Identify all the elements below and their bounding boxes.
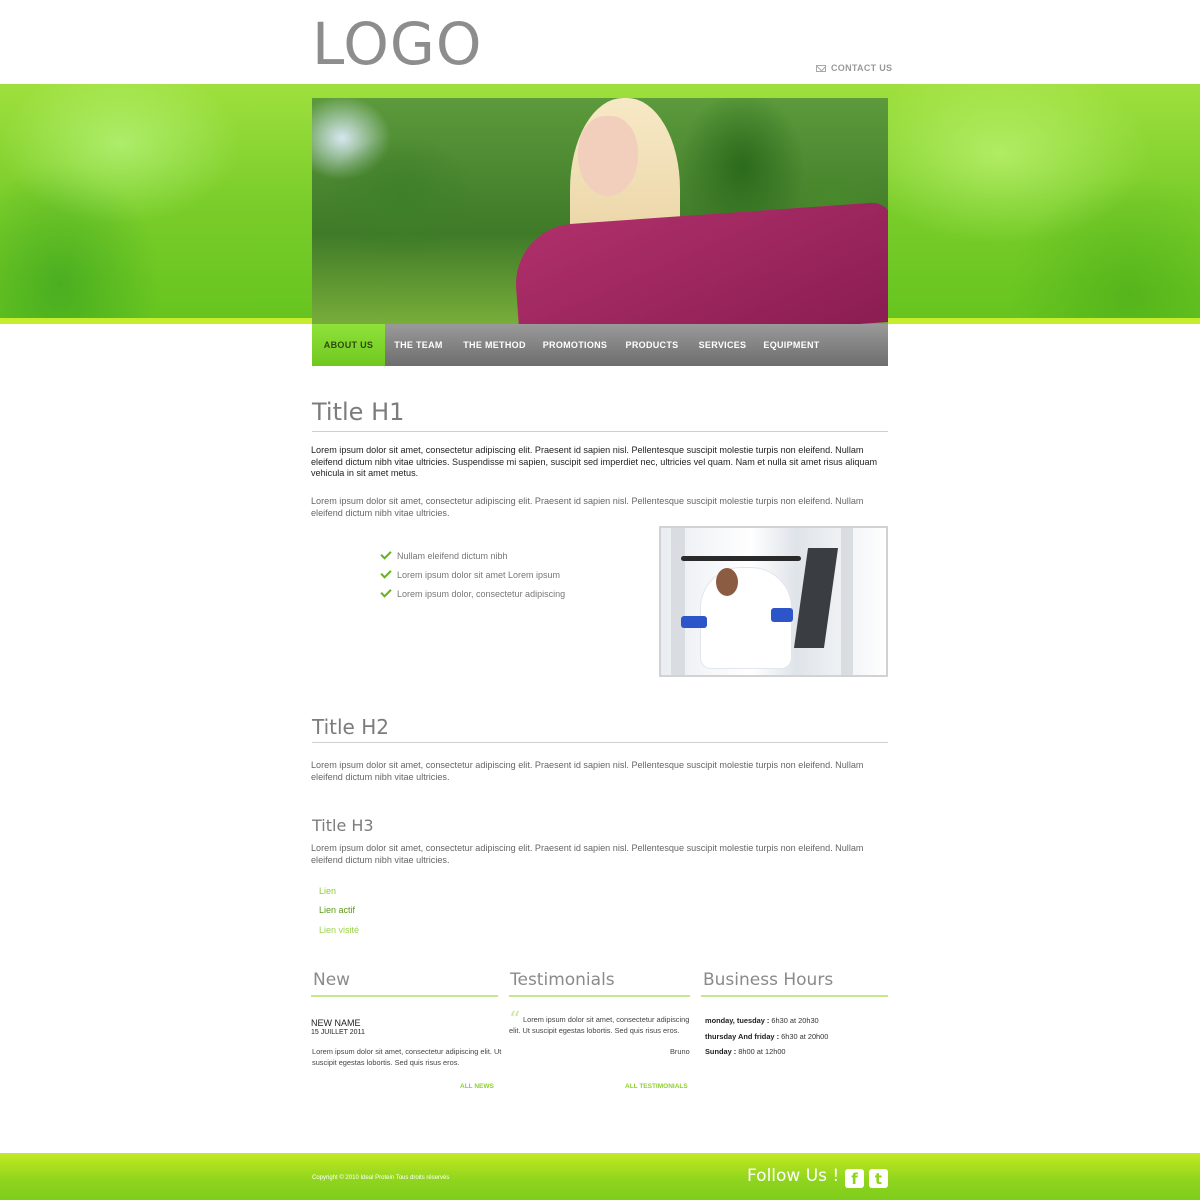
checklist-item: Nullam eleifend dictum nibh bbox=[380, 546, 565, 565]
nav-item-about-us[interactable]: ABOUT US bbox=[312, 324, 385, 366]
twitter-icon[interactable]: t bbox=[869, 1169, 888, 1188]
secondary-paragraph: Lorem ipsum dolor sit amet, consectetur … bbox=[311, 496, 864, 518]
sample-link-active[interactable]: Lien actif bbox=[319, 905, 355, 915]
checkmark-icon bbox=[380, 567, 392, 579]
hours-row: monday, tuesday : 6h30 at 20h30 bbox=[705, 1016, 819, 1025]
news-item-text: Lorem ipsum dolor sit amet, consectetur … bbox=[312, 1047, 502, 1067]
hero-image bbox=[312, 98, 888, 324]
news-item-name: NEW NAME bbox=[311, 1018, 361, 1028]
hours-row: thursday And friday : 6h30 at 20h00 bbox=[705, 1032, 828, 1041]
checkmark-icon bbox=[380, 548, 392, 560]
footer-bar bbox=[0, 1153, 1200, 1200]
hours-row-time: 6h30 at 20h00 bbox=[779, 1032, 829, 1041]
news-item-date: 15 JUILLET 2011 bbox=[311, 1029, 365, 1036]
testimonials-column-divider bbox=[509, 995, 690, 997]
news-column-title: New bbox=[313, 970, 351, 990]
all-testimonials-link[interactable]: ALL TESTIMONIALS bbox=[625, 1083, 688, 1090]
nav-item-promotions[interactable]: PROMOTIONS bbox=[537, 324, 613, 366]
hours-column-divider bbox=[701, 995, 888, 997]
hours-row: Sunday : 8h00 at 12h00 bbox=[705, 1047, 786, 1056]
section-title-h2: Title H2 bbox=[312, 715, 389, 739]
news-column-divider bbox=[311, 995, 498, 997]
checklist: Nullam eleifend dictum nibh Lorem ipsum … bbox=[380, 546, 566, 603]
checklist-item: Lorem ipsum dolor, consectetur adipiscin… bbox=[380, 584, 566, 603]
testimonial-author: Bruno bbox=[670, 1047, 690, 1056]
hours-row-time: 6h30 at 20h30 bbox=[769, 1016, 819, 1025]
section-title-h3: Title H3 bbox=[312, 816, 374, 835]
checklist-item-text: Lorem ipsum dolor sit amet Lorem ipsum bbox=[397, 569, 561, 580]
h1-divider bbox=[312, 431, 888, 432]
gym-man-head bbox=[716, 568, 738, 596]
hours-row-days: monday, tuesday : bbox=[705, 1016, 770, 1025]
nav-item-the-team[interactable]: THE TEAM bbox=[385, 324, 452, 366]
nav-item-services[interactable]: SERVICES bbox=[691, 324, 754, 366]
gym-machine-pad bbox=[681, 616, 707, 628]
sample-link-visited[interactable]: Lien visité bbox=[319, 925, 359, 935]
checkmark-icon bbox=[380, 586, 392, 598]
contact-us-link[interactable]: CONTACT US bbox=[816, 63, 892, 73]
hours-column-title: Business Hours bbox=[703, 970, 834, 990]
gym-photo bbox=[659, 526, 888, 677]
checklist-item-text: Lorem ipsum dolor, consectetur adipiscin… bbox=[397, 588, 566, 599]
page-title-h1: Title H1 bbox=[312, 398, 405, 426]
follow-us-label: Follow Us ! bbox=[747, 1166, 840, 1186]
gym-machine-post bbox=[671, 528, 685, 675]
checklist-item: Lorem ipsum dolor sit amet Lorem ipsum bbox=[380, 565, 565, 584]
hours-row-time: 8h00 at 12h00 bbox=[736, 1047, 786, 1056]
main-navigation: ABOUT US THE TEAM THE METHOD PROMOTIONS … bbox=[312, 324, 888, 366]
testimonials-column-title: Testimonials bbox=[510, 970, 615, 990]
contact-us-label: CONTACT US bbox=[831, 63, 893, 73]
sample-link[interactable]: Lien bbox=[319, 886, 336, 896]
hours-row-days: Sunday : bbox=[705, 1047, 737, 1056]
hero-woman-shirt bbox=[512, 201, 888, 324]
h2-paragraph: Lorem ipsum dolor sit amet, consectetur … bbox=[311, 760, 864, 782]
h2-divider bbox=[312, 742, 888, 743]
hero-woman-face bbox=[578, 116, 638, 196]
intro-paragraph: Lorem ipsum dolor sit amet, consectetur … bbox=[311, 445, 878, 478]
all-news-link[interactable]: ALL NEWS bbox=[460, 1083, 494, 1090]
facebook-icon[interactable]: f bbox=[845, 1169, 864, 1188]
nav-item-the-method[interactable]: THE METHOD bbox=[452, 324, 537, 366]
nav-item-products[interactable]: PRODUCTS bbox=[613, 324, 691, 366]
site-logo[interactable]: LOGO bbox=[312, 12, 483, 76]
gym-machine-post bbox=[841, 528, 853, 675]
gym-machine-bar bbox=[681, 556, 801, 561]
hours-row-days: thursday And friday : bbox=[705, 1032, 780, 1041]
copyright-text: Copyright © 2010 Ideal Protein Tous droi… bbox=[312, 1175, 450, 1181]
gym-machine-seat bbox=[771, 608, 793, 622]
testimonial-text: Lorem ipsum dolor sit amet, consectetur … bbox=[509, 1015, 690, 1035]
h3-paragraph: Lorem ipsum dolor sit amet, consectetur … bbox=[311, 843, 864, 865]
nav-item-equipment[interactable]: EQUIPMENT bbox=[754, 324, 829, 366]
envelope-icon bbox=[816, 64, 826, 72]
checklist-item-text: Nullam eleifend dictum nibh bbox=[397, 550, 508, 561]
